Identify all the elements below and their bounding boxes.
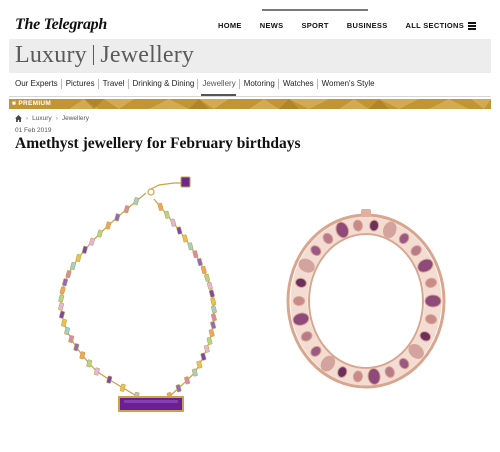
necklace-gem [208, 329, 215, 338]
nav-home-label: HOME [218, 21, 242, 30]
subnav-pictures[interactable]: Pictures [62, 73, 99, 95]
necklace-gem [170, 218, 177, 227]
telegraph-logo[interactable]: The Telegraph [15, 16, 107, 34]
subnav-label: Women's Style [321, 79, 375, 88]
nav-sport[interactable]: SPORT [262, 9, 369, 39]
necklace-gem [133, 197, 140, 206]
necklace-gem [176, 226, 183, 235]
hamburger-icon [468, 21, 476, 32]
necklace-gem [175, 384, 182, 393]
subnav-label: Drinking & Dining [132, 79, 195, 88]
article-date: 01 Feb 2019 [15, 127, 52, 134]
subnav-label: Watches [282, 79, 314, 88]
necklace-gem [200, 265, 207, 274]
necklace-gem [203, 344, 210, 353]
necklace-gem [163, 210, 170, 219]
necklace-gem [58, 302, 65, 311]
nav-home[interactable]: HOME [209, 9, 251, 39]
sub-navigation: Our Experts Pictures Travel Drinking & D… [15, 73, 379, 96]
necklace-gem [123, 205, 130, 214]
section-divider [92, 45, 95, 65]
premium-banner: ■ PREMIUM [9, 99, 491, 109]
necklace-gem [196, 258, 203, 267]
subnav-jewellery[interactable]: Jewellery [198, 73, 240, 96]
home-icon[interactable] [15, 115, 22, 122]
necklace-gem [81, 245, 88, 254]
top-navigation: The Telegraph HOME NEWS SPORT BUSINESS A… [9, 9, 491, 40]
necklace-gem [182, 234, 188, 243]
subnav-travel[interactable]: Travel [99, 73, 129, 95]
nav-business-label: BUSINESS [346, 21, 388, 30]
subnav-drinking-dining[interactable]: Drinking & Dining [129, 73, 199, 95]
nav-business[interactable]: BUSINESS [338, 9, 397, 39]
bangle-gem [293, 296, 305, 306]
main-nav: HOME NEWS SPORT BUSINESS ALL SECTIONS [209, 9, 485, 39]
necklace-gem [210, 297, 217, 306]
subnav-rule [9, 96, 491, 97]
necklace-gem [208, 289, 215, 298]
subnav-label: Jewellery [202, 79, 236, 88]
subnav-label: Motoring [243, 79, 275, 88]
necklace-gem [59, 286, 66, 295]
subnav-watches[interactable]: Watches [279, 73, 318, 95]
necklace-gem [206, 336, 213, 345]
necklace-gem [210, 321, 217, 330]
necklace-gem [157, 202, 164, 211]
necklace-gem [210, 313, 217, 322]
necklace-gem [114, 213, 121, 222]
necklace-gem [192, 250, 199, 259]
nav-sport-label: SPORT [301, 21, 329, 30]
necklace-gem [96, 229, 103, 238]
premium-pattern [9, 99, 491, 109]
bangle-gem [424, 294, 442, 308]
necklace-chain [153, 198, 215, 405]
necklace-chain [60, 192, 152, 405]
nav-all-sections-label: ALL SECTIONS [405, 21, 464, 30]
breadcrumb-luxury[interactable]: Luxury [32, 115, 52, 122]
necklace-gem [89, 237, 95, 246]
subnav-motoring[interactable]: Motoring [240, 73, 279, 95]
section-title-luxury[interactable]: Luxury [15, 42, 87, 68]
necklace-gem [106, 375, 113, 384]
article-headline: Amethyst jewellery for February birthday… [15, 135, 301, 152]
necklace-gem [58, 294, 65, 303]
nav-all-sections[interactable]: ALL SECTIONS [397, 9, 485, 39]
necklace-gem [210, 305, 217, 314]
section-header: Luxury Jewellery [9, 39, 491, 73]
nav-news[interactable]: NEWS [251, 9, 293, 39]
amethyst-bangle-image [286, 209, 446, 389]
necklace-gem [61, 318, 67, 327]
necklace-gem [75, 253, 82, 262]
necklace-gem [70, 262, 76, 271]
premium-label-text: PREMIUM [18, 100, 52, 107]
subnav-label: Travel [102, 79, 125, 88]
subnav-womens-style[interactable]: Women's Style [318, 73, 379, 95]
premium-label: ■ PREMIUM [12, 100, 52, 107]
necklace-gem [105, 221, 112, 230]
breadcrumb: › Luxury › Jewellery [15, 115, 89, 122]
amethyst-necklace-image [58, 176, 217, 412]
necklace-gem [62, 278, 68, 287]
necklace-gem [119, 383, 126, 392]
subnav-label: Pictures [65, 79, 95, 88]
subnav-label: Our Experts [15, 79, 58, 88]
subnav-our-experts[interactable]: Our Experts [15, 73, 62, 95]
nav-news-label: NEWS [259, 21, 284, 30]
page: The Telegraph HOME NEWS SPORT BUSINESS A… [9, 9, 491, 443]
section-title[interactable]: Luxury Jewellery [15, 42, 194, 69]
breadcrumb-jewellery[interactable]: Jewellery [62, 115, 89, 122]
necklace-gem [206, 281, 213, 290]
necklace-gem [59, 310, 65, 319]
necklace-gem [187, 242, 194, 251]
necklace-gem [65, 270, 72, 279]
section-title-jewellery[interactable]: Jewellery [100, 42, 194, 68]
necklace-gem [204, 273, 211, 282]
